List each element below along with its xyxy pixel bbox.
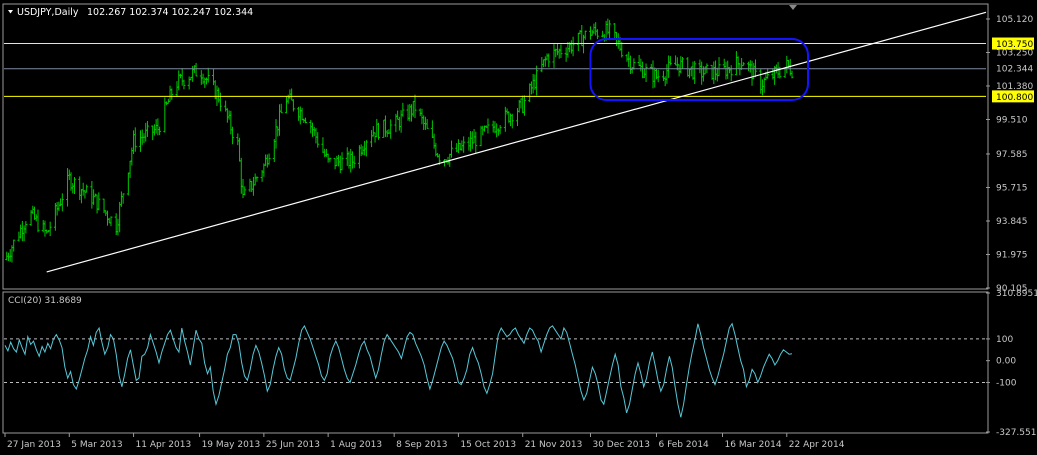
price-tick-label: 97.585 (996, 150, 1028, 160)
time-tick-label: 8 Sep 2013 (396, 440, 447, 450)
time-tick-label: 1 Aug 2013 (330, 440, 382, 450)
time-tick-label: 15 Oct 2013 (460, 440, 516, 450)
symbol-label: USDJPY,Daily (17, 7, 79, 18)
cci-tick-label: 310.8951 (996, 289, 1037, 299)
time-tick-label: 25 Jun 2013 (266, 440, 320, 450)
price-tick-label: 105.120 (996, 15, 1033, 25)
time-tick-label: 5 Mar 2013 (71, 440, 122, 450)
price-tick-label: 99.510 (996, 115, 1028, 125)
cci-tick-label: -327.551 (996, 428, 1036, 438)
cci-tick-label: 0.00 (996, 357, 1016, 367)
time-tick-label: 19 May 2013 (202, 440, 261, 450)
price-tick-label: 91.975 (996, 250, 1028, 260)
time-tick-label: 22 Apr 2014 (789, 440, 845, 450)
time-tick-label: 16 Mar 2014 (725, 440, 782, 450)
level-price-label: 100.800 (996, 93, 1033, 103)
time-tick-label: 30 Dec 2013 (592, 440, 650, 450)
time-tick-label: 6 Feb 2014 (658, 440, 709, 450)
price-tick-label: 95.715 (996, 183, 1028, 193)
cci-tick-label: -100 (996, 378, 1017, 388)
cci-title: CCI(20) 31.8689 (8, 296, 82, 306)
cci-tick-label: 100 (996, 335, 1013, 345)
ohlc-readout: 102.267 102.374 102.247 102.344 (87, 7, 253, 18)
price-tick-label: 93.845 (996, 217, 1028, 227)
time-tick-label: 27 Jan 2013 (7, 440, 61, 450)
chart-canvas: USDJPY,Daily 102.267 102.374 102.247 102… (0, 0, 1037, 455)
level-price-label: 103.750 (996, 40, 1033, 50)
time-tick-label: 11 Apr 2013 (136, 440, 192, 450)
time-tick-label: 21 Nov 2013 (525, 440, 583, 450)
current-price-label: 102.344 (996, 65, 1033, 75)
